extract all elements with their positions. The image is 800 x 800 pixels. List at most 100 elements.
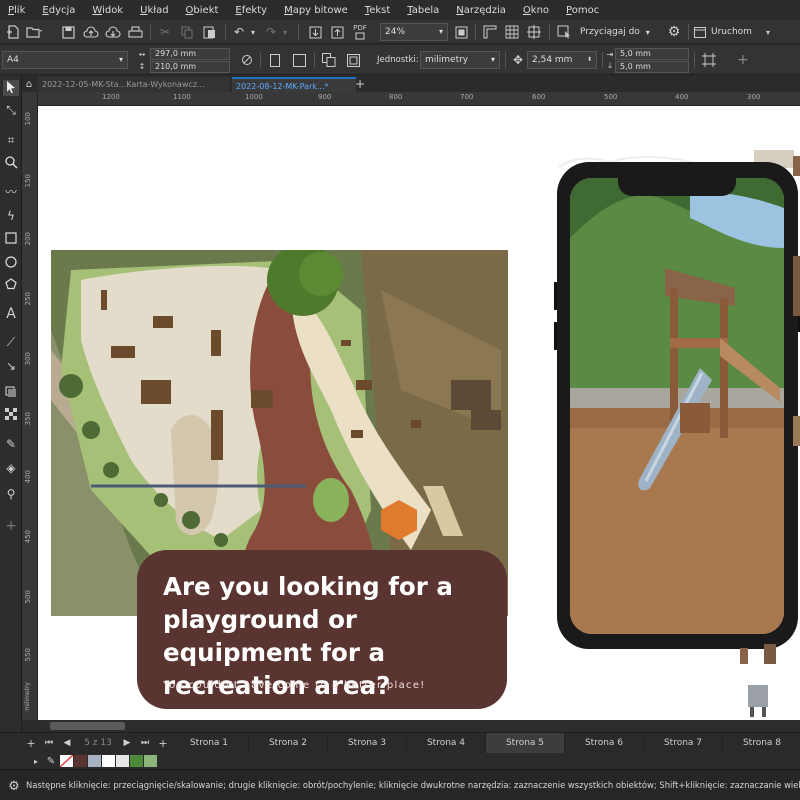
next-page-icon[interactable]: ▶: [120, 734, 134, 752]
menu-object[interactable]: Obiekt: [186, 5, 219, 16]
add-page-before-icon[interactable]: +: [24, 734, 38, 752]
paper-size-dropdown[interactable]: A4 ▾: [2, 51, 128, 69]
landscape-icon[interactable]: [290, 51, 308, 69]
redo-dropdown-icon[interactable]: ▾: [280, 23, 290, 41]
export-pdf-button[interactable]: PDF: [350, 23, 370, 41]
add-tool-icon[interactable]: +: [3, 518, 19, 534]
menu-layout[interactable]: Układ: [140, 5, 168, 16]
gear-icon[interactable]: ⚙: [6, 777, 22, 795]
page-orientation-icon[interactable]: [238, 51, 256, 69]
copy-icon[interactable]: [178, 23, 196, 41]
page-tab-7[interactable]: Strona 7: [644, 733, 723, 754]
gear-icon[interactable]: ⚙: [665, 23, 683, 41]
previous-page-icon[interactable]: ◀: [60, 734, 74, 752]
menu-table[interactable]: Tabela: [407, 5, 439, 16]
drop-shadow-icon[interactable]: [3, 386, 19, 402]
document-tab-1[interactable]: 2022-12-05-MK-Sta...Karta-Wykonawcz...: [38, 77, 230, 92]
zoom-to-page-icon[interactable]: [452, 23, 470, 41]
interactive-fill-icon[interactable]: ◈: [3, 460, 19, 476]
rectangle-tool-icon[interactable]: [3, 232, 19, 248]
zoom-level-dropdown[interactable]: 24% ▾: [380, 23, 448, 41]
duplicate-distance-x-field[interactable]: 5,0 mm: [615, 48, 689, 60]
crop-tool-icon[interactable]: ⌗: [3, 132, 19, 148]
add-tab-icon[interactable]: +: [352, 76, 368, 92]
menu-window[interactable]: Okno: [523, 5, 549, 16]
paste-icon[interactable]: [200, 23, 218, 41]
page-tab-8[interactable]: Strona 8: [723, 733, 800, 754]
launch-dropdown[interactable]: Uruchom: [694, 23, 760, 41]
page-width-field[interactable]: 297,0 mm: [150, 48, 230, 60]
page-tab-3[interactable]: Strona 3: [328, 733, 407, 754]
menu-text[interactable]: Tekst: [365, 5, 391, 16]
shape-tool-icon[interactable]: ⤡: [3, 102, 19, 118]
menu-help[interactable]: Pomoc: [566, 5, 599, 16]
home-icon[interactable]: ⌂: [22, 76, 36, 92]
first-page-icon[interactable]: ⏮: [42, 734, 56, 752]
page-tab-6[interactable]: Strona 6: [565, 733, 644, 754]
color-swatch[interactable]: [116, 755, 129, 767]
open-folder-icon[interactable]: [24, 23, 46, 41]
artistic-media-icon[interactable]: ϟ: [3, 208, 19, 224]
menu-view[interactable]: Widok: [92, 5, 123, 16]
pick-tool-icon[interactable]: [3, 80, 19, 96]
cloud-upload-icon[interactable]: [82, 23, 100, 41]
color-swatch[interactable]: [88, 755, 101, 767]
eyedropper-tool-icon[interactable]: ✎: [3, 436, 19, 452]
no-color-swatch[interactable]: [59, 754, 74, 768]
parallel-dimension-icon[interactable]: ⟋: [3, 334, 19, 350]
portrait-icon[interactable]: [266, 51, 284, 69]
new-document-icon[interactable]: [4, 23, 22, 41]
horizontal-scrollbar[interactable]: [38, 720, 800, 732]
menu-file[interactable]: Plik: [8, 5, 25, 16]
page-tab-2[interactable]: Strona 2: [249, 733, 328, 754]
save-icon[interactable]: [60, 23, 76, 41]
document-tab-2[interactable]: 2022-08-12-MK-Park...*: [232, 77, 356, 92]
page-frame-icon[interactable]: [700, 51, 718, 69]
page-tab-5[interactable]: Strona 5: [486, 733, 565, 754]
drawing-canvas[interactable]: Are you looking for a playground or equi…: [38, 106, 800, 720]
call-to-action-box[interactable]: Are you looking for a playground or equi…: [137, 550, 507, 709]
snap-icon[interactable]: [555, 23, 573, 41]
palette-menu-icon[interactable]: ▸: [30, 753, 42, 769]
page-tab-4[interactable]: Strona 4: [407, 733, 486, 754]
units-dropdown[interactable]: milimetry ▾: [420, 51, 500, 69]
add-page-after-icon[interactable]: +: [156, 734, 170, 752]
connector-tool-icon[interactable]: ↘: [3, 358, 19, 374]
menu-edit[interactable]: Edycja: [42, 5, 75, 16]
undo-dropdown-icon[interactable]: ▾: [248, 23, 258, 41]
transparency-tool-icon[interactable]: [3, 408, 19, 424]
horizontal-scrollbar-thumb[interactable]: [50, 722, 125, 730]
menu-bitmaps[interactable]: Mapy bitowe: [284, 5, 348, 16]
all-pages-icon[interactable]: [320, 51, 338, 69]
zoom-tool-icon[interactable]: [3, 156, 19, 172]
color-swatch[interactable]: [74, 755, 87, 767]
snap-to-dropdown[interactable]: Przyciągaj do ▾: [580, 23, 650, 41]
duplicate-distance-y-field[interactable]: 5,0 mm: [615, 61, 689, 73]
undo-icon[interactable]: ↶: [230, 23, 248, 41]
menu-tools[interactable]: Narzędzia: [456, 5, 506, 16]
export-icon[interactable]: [328, 23, 346, 41]
smart-fill-icon[interactable]: ⚲: [3, 486, 19, 502]
page-tab-1[interactable]: Strona 1: [170, 733, 249, 754]
cut-icon[interactable]: ✂: [156, 23, 174, 41]
current-page-icon[interactable]: [344, 51, 362, 69]
text-tool-icon[interactable]: A: [3, 306, 19, 322]
horizontal-ruler[interactable]: 1200 1100 1000 900 800 700 600 500 400 3…: [38, 92, 800, 106]
color-swatch[interactable]: [102, 755, 115, 767]
freehand-tool-icon[interactable]: 〰: [3, 184, 19, 200]
menu-effects[interactable]: Efekty: [235, 5, 267, 16]
eyedropper-icon[interactable]: ✎: [44, 753, 58, 769]
vertical-ruler[interactable]: 100 150 200 250 300 350 400 450 500 550 …: [22, 92, 38, 720]
show-guidelines-icon[interactable]: [525, 23, 543, 41]
nudge-distance-field[interactable]: 2,54 mm ⬍: [527, 51, 597, 69]
print-icon[interactable]: [126, 23, 144, 41]
cloud-download-icon[interactable]: [104, 23, 122, 41]
show-rulers-icon[interactable]: [481, 23, 499, 41]
redo-icon[interactable]: ↷: [262, 23, 280, 41]
phone-mockup[interactable]: [554, 162, 800, 649]
polygon-tool-icon[interactable]: [3, 278, 19, 294]
page-height-field[interactable]: 210,0 mm: [150, 61, 230, 73]
ellipse-tool-icon[interactable]: [3, 256, 19, 272]
import-icon[interactable]: [306, 23, 324, 41]
chevron-down-icon[interactable]: ▾: [762, 23, 774, 41]
